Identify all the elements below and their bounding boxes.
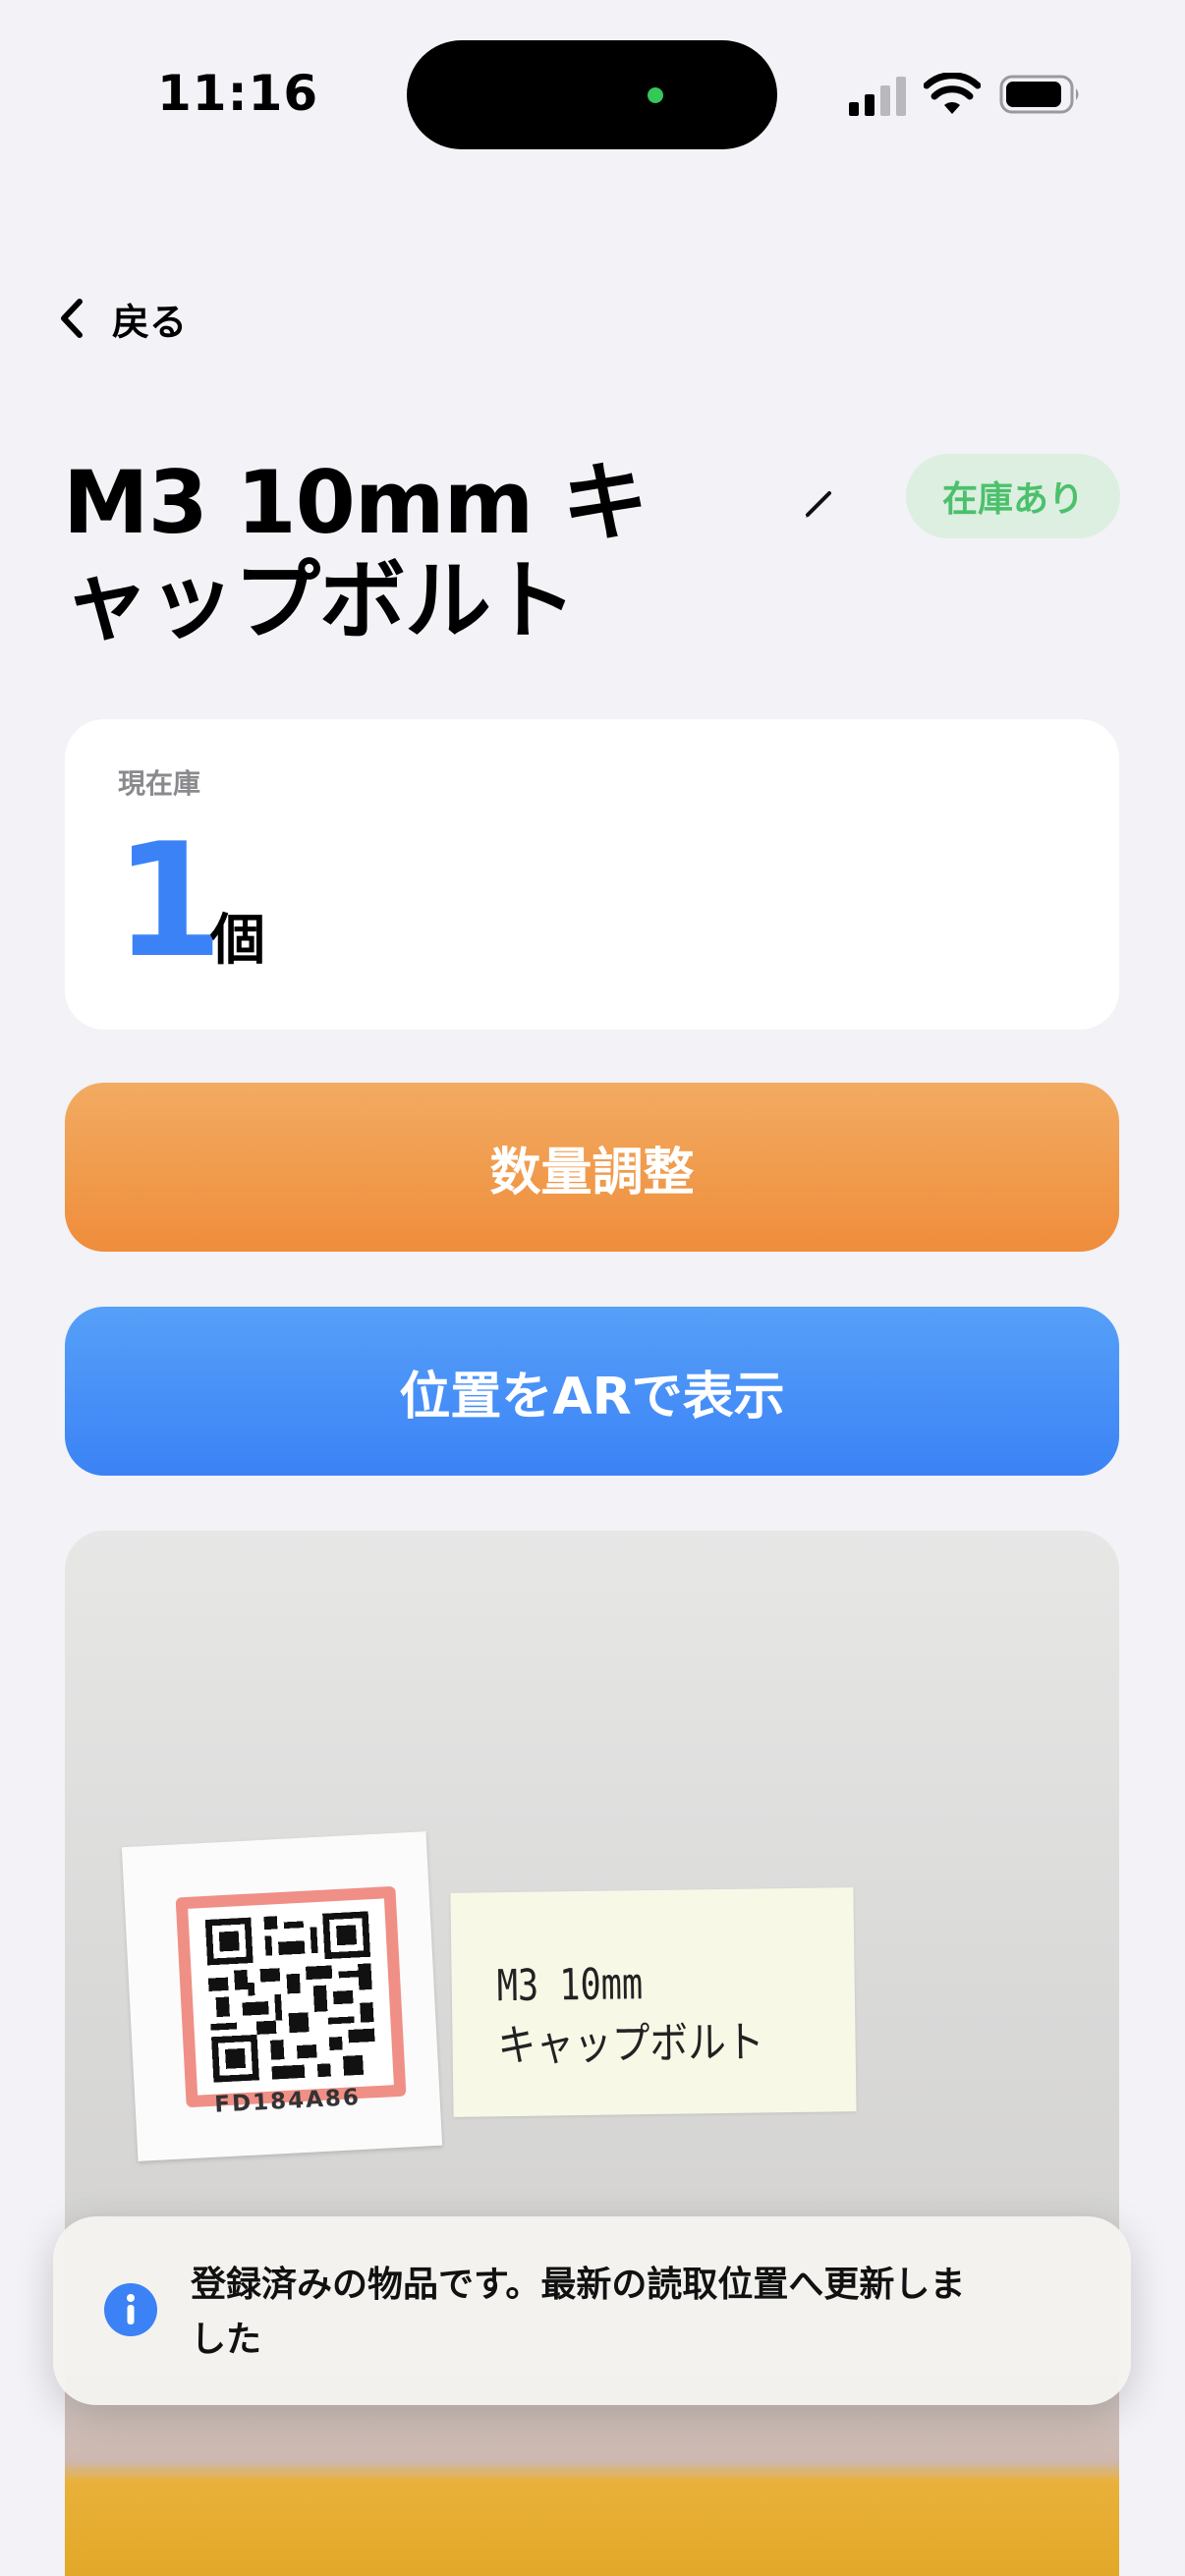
battery-icon bbox=[999, 75, 1079, 114]
stock-card: 現在庫 1 個 bbox=[65, 719, 1119, 1030]
label-tag-line-2: キャップボルト bbox=[497, 2017, 764, 2072]
stock-label: 現在庫 bbox=[118, 767, 201, 800]
status-time: 11:16 bbox=[157, 65, 319, 122]
item-photo: FD184A86 M3 10mm キャップボルト bbox=[65, 1531, 1119, 2576]
back-label: 戻る bbox=[112, 300, 188, 344]
back-button[interactable]: 戻る bbox=[59, 291, 187, 346]
item-label-tag: M3 10mm キャップボルト bbox=[450, 1887, 857, 2117]
stock-unit: 個 bbox=[210, 909, 265, 973]
qr-detection-frame bbox=[175, 1885, 407, 2108]
adjust-quantity-button[interactable]: 数量調整 bbox=[65, 1083, 1119, 1252]
wifi-icon bbox=[924, 73, 981, 114]
qr-code-icon bbox=[204, 1911, 375, 2083]
signal-icon bbox=[849, 77, 906, 116]
dynamic-island bbox=[407, 40, 777, 149]
status-badge: 在庫あり bbox=[906, 454, 1120, 538]
info-icon bbox=[104, 2283, 157, 2336]
camera-indicator-icon bbox=[648, 87, 663, 103]
qr-sticker: FD184A86 bbox=[121, 1831, 443, 2161]
page-title: M3 10mm キャップボルト bbox=[63, 452, 649, 651]
show-ar-location-button[interactable]: 位置をARで表示 bbox=[65, 1307, 1119, 1476]
toast-notification[interactable]: 登録済みの物品です。最新の読取位置へ更新しました bbox=[53, 2216, 1131, 2405]
pencil-icon[interactable] bbox=[802, 485, 837, 521]
chevron-left-icon bbox=[61, 299, 83, 338]
label-tag-line-1: M3 10mm bbox=[496, 1959, 644, 2012]
stock-value: 1 bbox=[114, 809, 224, 992]
toast-message: 登録済みの物品です。最新の読取位置へ更新しました bbox=[191, 2265, 966, 2360]
